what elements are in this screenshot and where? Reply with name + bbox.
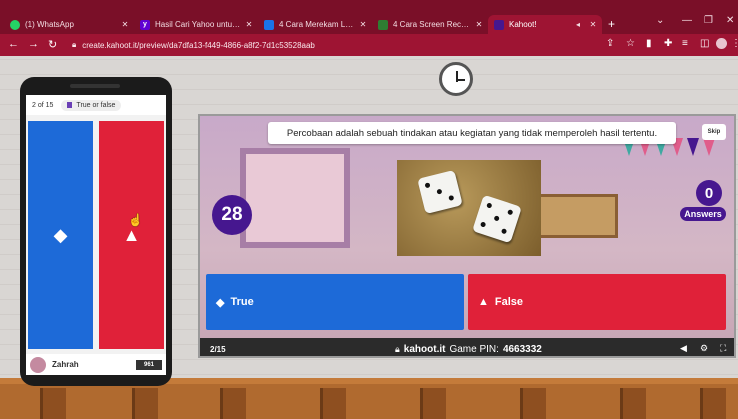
back-arrow-icon[interactable]: ← <box>8 38 19 50</box>
question-type-label: True or false <box>76 101 116 109</box>
tab-whatsapp[interactable]: (1) WhatsApp ✕ <box>4 15 134 34</box>
player-name: Zahrah <box>52 360 79 369</box>
close-icon[interactable]: ✕ <box>587 20 599 29</box>
close-window-icon[interactable]: ✕ <box>726 15 734 26</box>
triangle-icon: ▲ <box>122 224 141 245</box>
close-icon[interactable]: ✕ <box>357 20 369 29</box>
tab-label: Hasil Cari Yahoo untuk cara <box>155 20 243 29</box>
volume-icon[interactable]: ◀ <box>680 343 687 354</box>
star-icon[interactable]: ☆ <box>626 38 635 49</box>
address-bar[interactable]: 🔒︎ create.kahoot.it/preview/da7dfa13-f44… <box>72 37 592 53</box>
game-board: Percobaan adalah sebuah tindakan atau ke… <box>198 114 736 358</box>
countdown-timer: 28 <box>212 195 252 235</box>
media-icon[interactable]: ≡ <box>682 38 688 49</box>
sidebar-icon[interactable]: ◫ <box>700 38 709 49</box>
whatsapp-icon <box>10 19 20 30</box>
tab-article-1[interactable]: 4 Cara Merekam Layar Lapto ✕ <box>258 15 372 34</box>
pin-value: 4663332 <box>502 343 542 355</box>
phone-answer-false[interactable]: ▲ <box>99 121 164 349</box>
browser-tab-strip: (1) WhatsApp ✕ y Hasil Cari Yahoo untuk … <box>0 0 738 34</box>
clock-minute-hand <box>456 79 465 81</box>
tab-kahoot[interactable]: Kahoot! ◂ ✕ <box>488 15 602 34</box>
hand-cursor-icon: ☝ <box>128 213 143 227</box>
player-avatar <box>30 356 46 373</box>
share-icon[interactable]: ⇪ <box>606 38 614 49</box>
diamond-icon: ◆ <box>53 224 68 245</box>
pin-label: Game PIN: <box>449 343 499 355</box>
lock-icon: 🔒︎ <box>72 40 77 49</box>
profile-avatar[interactable] <box>716 38 727 49</box>
player-score: 961 <box>135 359 162 370</box>
forward-arrow-icon[interactable]: → <box>28 38 39 50</box>
desk-leg <box>620 388 646 419</box>
tab-label: (1) WhatsApp <box>25 20 74 29</box>
question-type-pill: True or false <box>61 99 122 111</box>
brand-text: kahoot.it <box>403 343 446 355</box>
phone-answer-true[interactable]: ◆ <box>28 121 93 349</box>
article-icon <box>378 19 388 30</box>
phone-header: 2 of 15 True or false <box>26 95 166 115</box>
bunting-flags <box>615 138 734 178</box>
close-icon[interactable]: ✕ <box>243 20 255 29</box>
game-pin-display: 🔒︎ kahoot.it Game PIN: 4663332 <box>395 344 542 355</box>
answer-false-button[interactable]: ▲ False <box>468 274 726 330</box>
flag <box>687 138 699 156</box>
phone-speaker <box>70 84 120 88</box>
desk-leg <box>700 388 726 419</box>
wall-clock <box>439 62 473 96</box>
article-icon <box>264 19 274 30</box>
new-tab-plus-icon[interactable]: + <box>608 17 615 31</box>
flag <box>703 138 715 156</box>
restore-icon[interactable]: ❐ <box>704 15 713 26</box>
desk-leg <box>132 388 158 419</box>
tab-label: 4 Cara Screen Record di Lap <box>393 20 473 29</box>
answers-label: Answers <box>680 207 726 221</box>
answer-label: False <box>494 296 524 308</box>
answer-label: True <box>230 296 254 308</box>
answer-true-button[interactable]: ◆ True <box>206 274 464 330</box>
lock-icon: 🔒︎ <box>395 343 400 354</box>
minimize-icon[interactable]: — <box>682 15 692 26</box>
phone-preview: 2 of 15 True or false ◆ ▲ Zahrah 961 <box>20 77 172 386</box>
desk-leg <box>420 388 446 419</box>
yahoo-icon: y <box>140 19 150 30</box>
browser-toolbar: ← → ↻ 🔒︎ create.kahoot.it/preview/da7dfa… <box>0 34 738 56</box>
diamond-icon: ◆ <box>216 296 225 309</box>
phone-footer: Zahrah 961 <box>26 354 166 375</box>
fullscreen-icon[interactable]: ⛶ <box>720 343 726 354</box>
desk-leg <box>520 388 546 419</box>
phone-screen: 2 of 15 True or false ◆ ▲ Zahrah 961 <box>26 95 166 375</box>
question-text: Percobaan adalah sebuah tindakan atau ke… <box>268 122 676 144</box>
phone-progress: 2 of 15 <box>32 101 54 109</box>
extension-icon[interactable]: ▮ <box>646 38 652 49</box>
tab-yahoo[interactable]: y Hasil Cari Yahoo untuk cara ✕ <box>134 15 258 34</box>
dice-image <box>397 160 541 256</box>
desk-leg <box>220 388 246 419</box>
desk-leg <box>320 388 346 419</box>
question-counter: 2/15 <box>210 344 226 354</box>
skip-button[interactable]: Skip <box>702 124 726 140</box>
scene-window <box>240 148 350 248</box>
chevron-down-icon[interactable]: ⌄ <box>656 15 664 26</box>
menu-dots-icon[interactable]: ⋮ <box>731 38 738 49</box>
reload-icon[interactable]: ↻ <box>48 38 57 51</box>
triangle-icon: ▲ <box>478 296 489 308</box>
desk-leg <box>40 388 66 419</box>
scene-corkboard <box>538 194 618 238</box>
close-icon[interactable]: ✕ <box>119 20 131 29</box>
kahoot-icon <box>494 19 504 30</box>
answers-count: 0 <box>696 180 722 206</box>
tab-label: Kahoot! <box>509 20 537 29</box>
tab-label: 4 Cara Merekam Layar Lapto <box>279 20 357 29</box>
tab-article-2[interactable]: 4 Cara Screen Record di Lap ✕ <box>372 15 488 34</box>
settings-gear-icon[interactable]: ⚙ <box>700 343 708 354</box>
url-text: create.kahoot.it/preview/da7dfa13-f449-4… <box>82 40 315 50</box>
puzzle-icon[interactable]: ✚ <box>664 38 672 49</box>
question-type-icon <box>67 102 73 108</box>
game-status-bar: 2/15 🔒︎ kahoot.it Game PIN: 4663332 ◀ ⚙ … <box>200 338 734 356</box>
speaker-icon[interactable]: ◂ <box>572 20 584 29</box>
close-icon[interactable]: ✕ <box>473 20 485 29</box>
